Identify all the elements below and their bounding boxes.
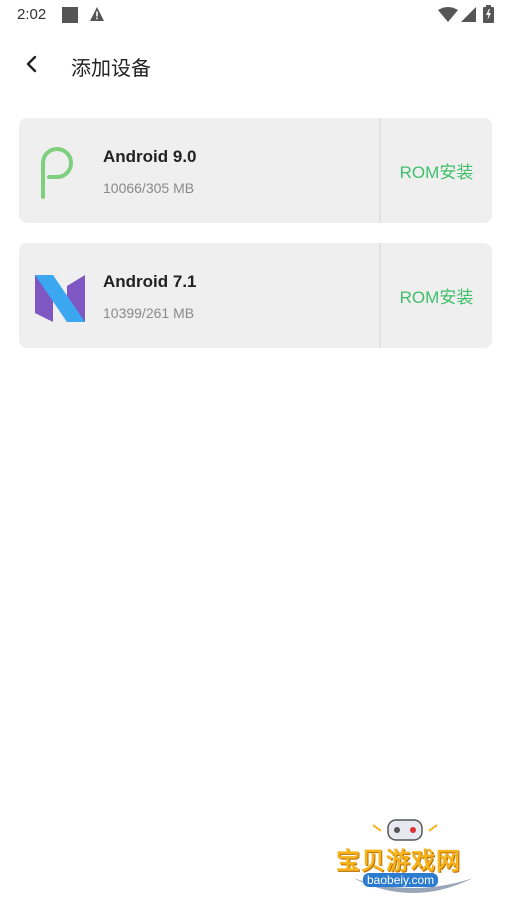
page-title: 添加设备 [71,58,151,80]
watermark-logo: 宝贝游戏网 baobeiy.com [333,813,493,903]
battery-icon [483,5,494,28]
device-card-android-7[interactable]: Android 7.1 10399/261 MB ROM安装 [19,243,492,348]
watermark-text: 宝贝游戏网 [336,848,461,875]
android-pie-logo [35,141,85,201]
back-button[interactable] [18,50,46,78]
rom-install-button[interactable]: ROM安装 [381,243,492,348]
watermark-url: baobeiy.com [363,873,439,887]
app-bar: 添加设备 [0,40,511,90]
notification-square-icon [62,7,78,23]
warning-icon [89,6,105,27]
device-size: 10399/261 MB [103,305,195,321]
status-time: 2:02 [17,6,47,23]
wifi-icon [438,7,458,27]
rom-install-button[interactable]: ROM安装 [381,118,492,223]
status-bar: 2:02 [0,0,511,30]
android-nougat-logo [35,266,85,326]
back-arrow-icon [26,55,37,73]
device-card-android-9[interactable]: Android 9.0 10066/305 MB ROM安装 [19,118,492,223]
device-size: 10066/305 MB [103,180,195,196]
device-name: Android 7.1 [103,272,197,291]
cell-signal-icon [461,7,476,27]
device-name: Android 9.0 [103,147,197,166]
